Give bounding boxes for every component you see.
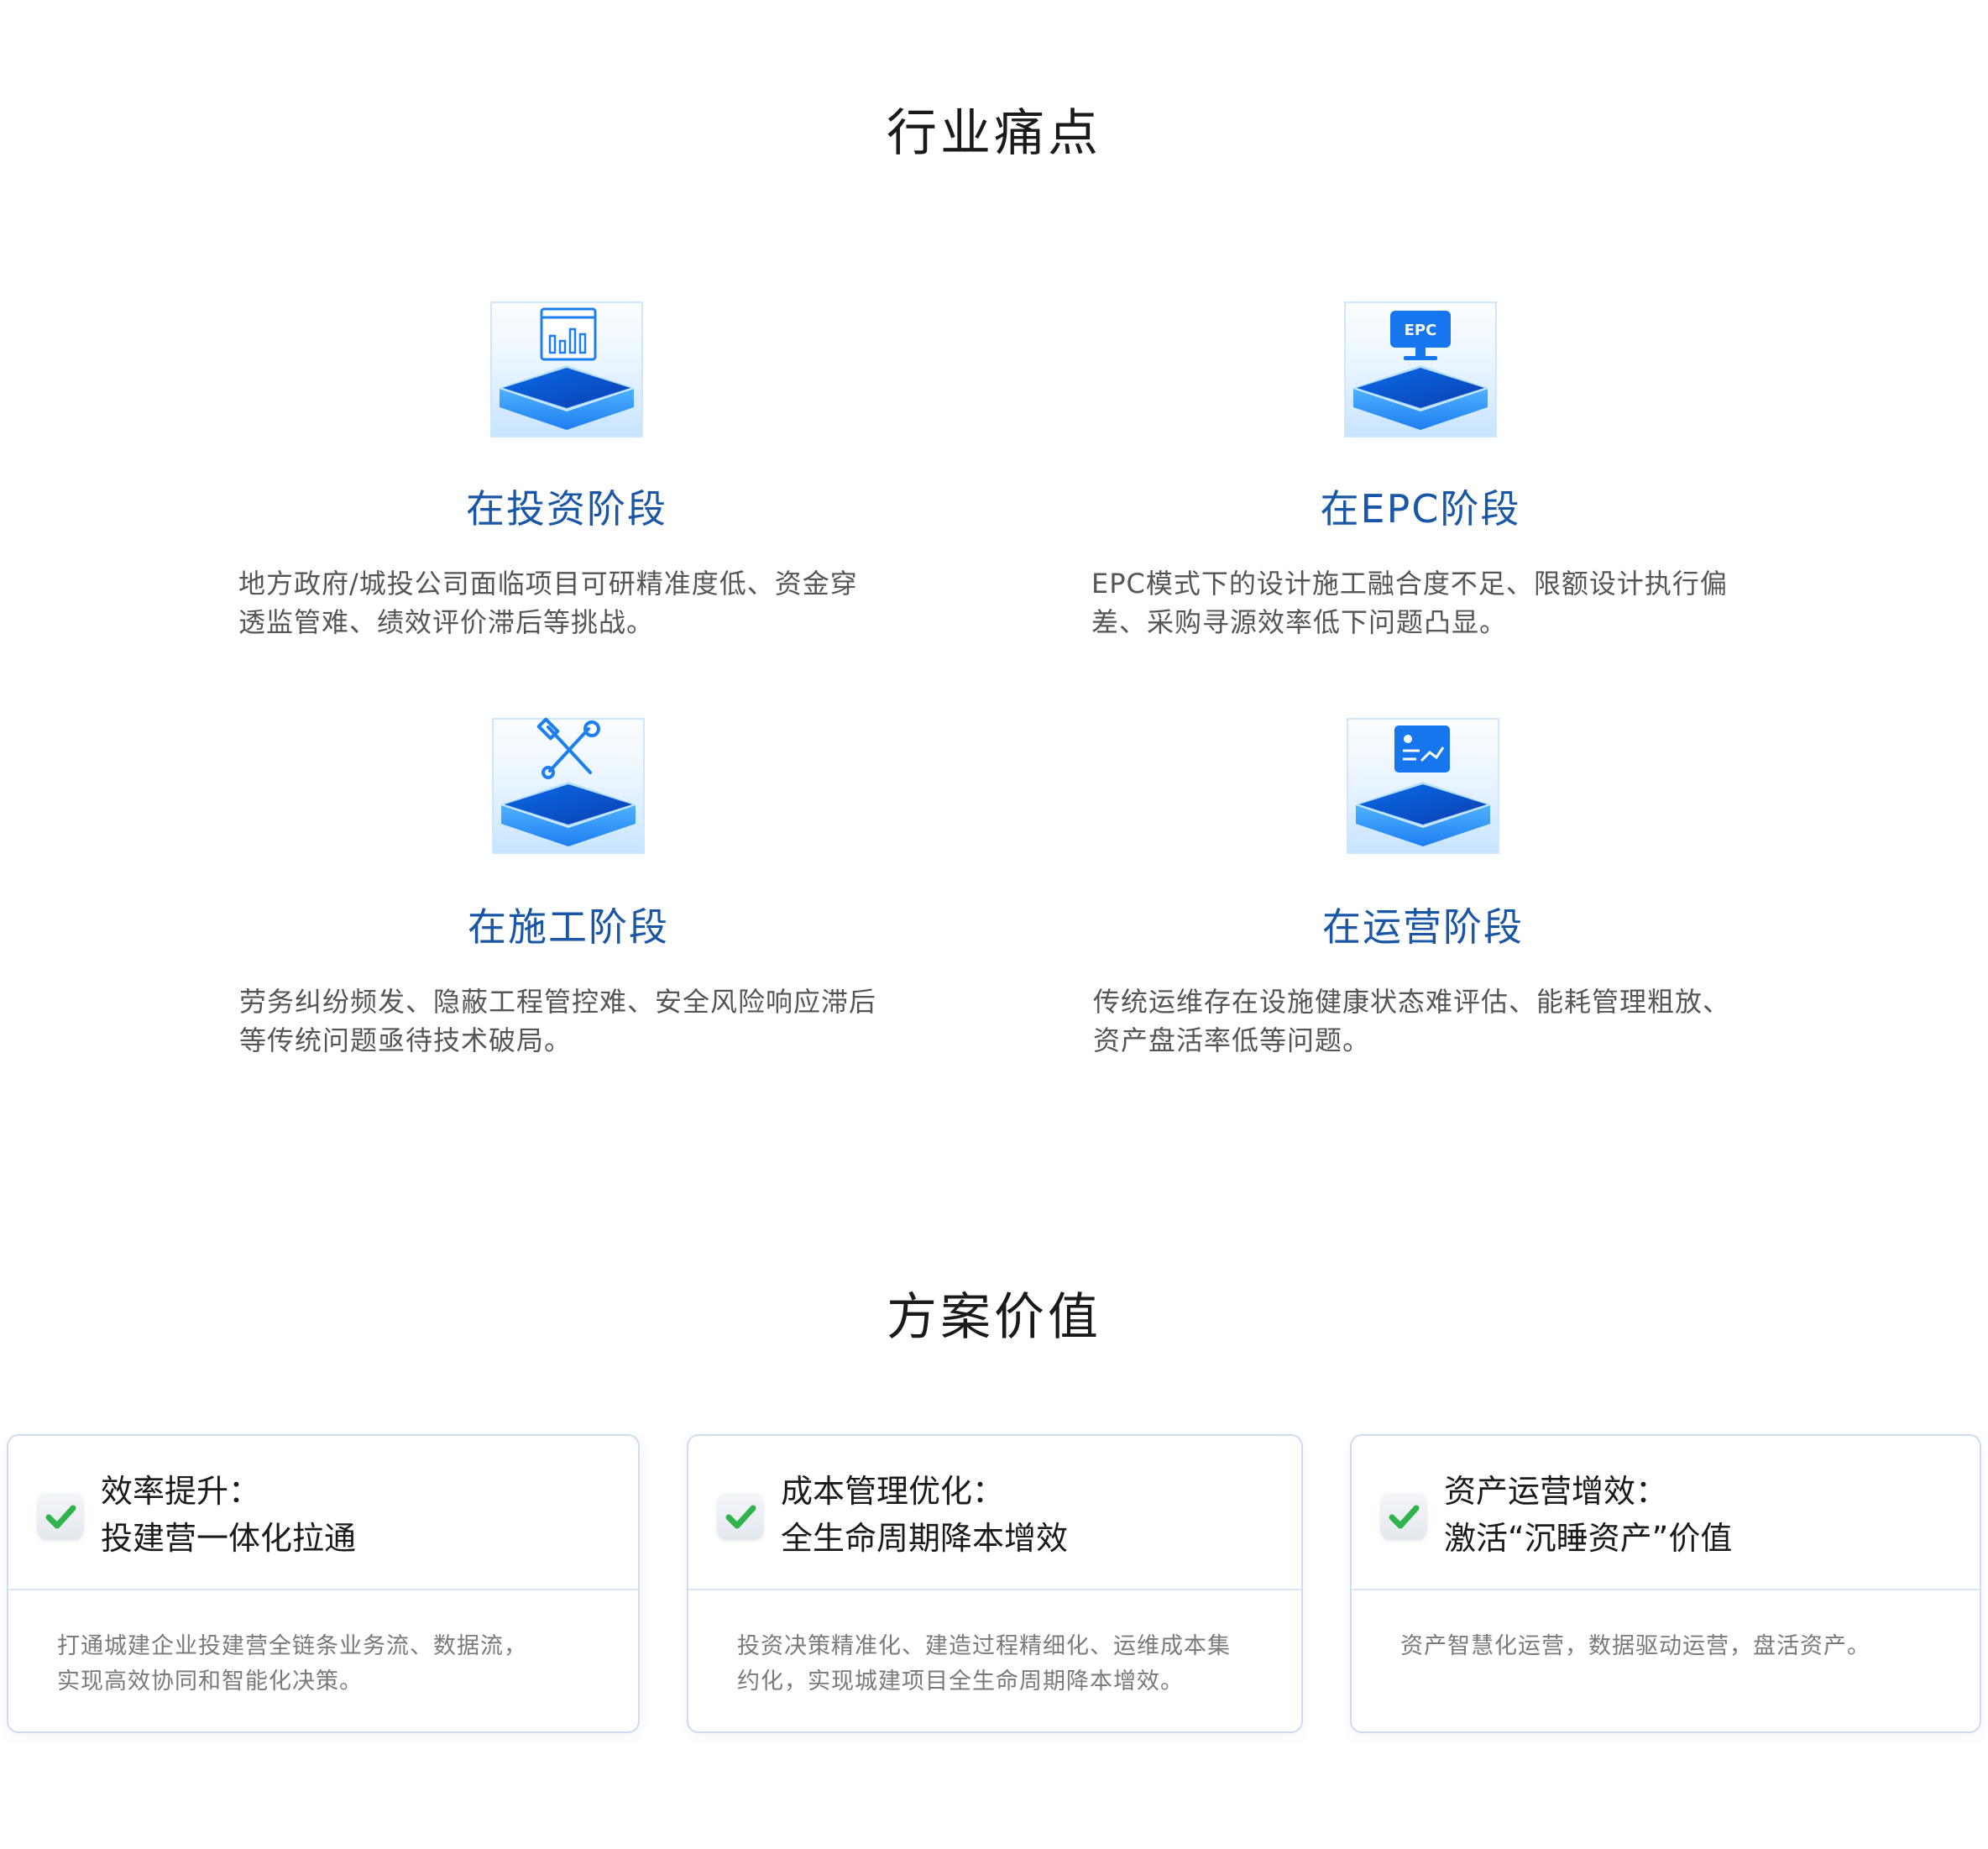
value-card-cost: 成本管理优化： 全生命周期降本增效 投资决策精准化、建造过程精细化、运维成本集 … — [687, 1434, 1303, 1733]
pain-description: 劳务纠纷频发、隐蔽工程管控难、安全风险响应滞后 等传统问题亟待技术破局。 — [239, 982, 911, 1060]
value-card-efficiency: 效率提升： 投建营一体化拉通 打通城建企业投建营全链条业务流、数据流， 实现高效… — [7, 1434, 640, 1733]
card-title-line: 激活“沉睡资产”价值 — [1444, 1520, 1733, 1557]
card-title-line: 效率提升： — [101, 1473, 261, 1510]
desc-line: 传统运维存在设施健康状态难评估、能耗管理粗放、 — [1093, 986, 1731, 1018]
desc-line: 打通城建企业投建营全链条业务流、数据流， — [57, 1633, 527, 1659]
desc-line: 差、采购寻源效率低下问题凸显。 — [1091, 606, 1508, 638]
pain-heading: 在施工阶段 — [468, 904, 669, 950]
card-description: 打通城建企业投建营全链条业务流、数据流， 实现高效协同和智能化决策。 — [57, 1629, 604, 1700]
check-icon — [37, 1493, 84, 1540]
card-header: 资产运营增效： 激活“沉睡资产”价值 — [1352, 1436, 1980, 1590]
card-title-line: 投建营一体化拉通 — [101, 1520, 357, 1557]
card-title-line: 成本管理优化： — [781, 1473, 1005, 1510]
pain-heading: 在投资阶段 — [466, 486, 667, 532]
card-header: 成本管理优化： 全生命周期降本增效 — [688, 1436, 1301, 1590]
card-title: 成本管理优化： 全生命周期降本增效 — [781, 1468, 1068, 1562]
tools-wrench-hammer-icon — [492, 717, 645, 854]
desc-line: 资产盘活率低等问题。 — [1093, 1024, 1371, 1056]
pain-description: 地方政府/城投公司面临项目可研精准度低、资金穿 透监管难、绩效评价滞后等挑战。 — [238, 564, 910, 642]
pain-heading: 在EPC阶段 — [1320, 486, 1521, 532]
pain-description: EPC模式下的设计施工融合度不足、限额设计执行偏 差、采购寻源效率低下问题凸显。 — [1091, 564, 1763, 642]
desc-line: 地方政府/城投公司面临项目可研精准度低、资金穿 — [238, 568, 858, 600]
epc-monitor-icon: EPC — [1344, 301, 1497, 437]
card-description: 资产智慧化运营，数据驱动运营，盘活资产。 — [1400, 1629, 1946, 1664]
desc-line: 约化，实现城建项目全生命周期降本增效。 — [737, 1668, 1184, 1694]
desc-line: EPC模式下的设计施工融合度不足、限额设计执行偏 — [1091, 568, 1728, 600]
card-header: 效率提升： 投建营一体化拉通 — [8, 1436, 638, 1590]
desc-line: 实现高效协同和智能化决策。 — [57, 1668, 363, 1694]
card-title-line: 全生命周期降本增效 — [781, 1520, 1069, 1557]
bar-chart-window-icon — [490, 301, 643, 437]
solution-value-title: 方案价值 — [887, 1288, 1101, 1347]
desc-line: 资产智慧化运营，数据驱动运营，盘活资产。 — [1400, 1633, 1870, 1659]
check-icon — [1380, 1493, 1427, 1540]
card-title: 资产运营增效： 激活“沉睡资产”价值 — [1444, 1468, 1732, 1562]
desc-line: 透监管难、绩效评价滞后等挑战。 — [238, 606, 655, 638]
pain-description: 传统运维存在设施健康状态难评估、能耗管理粗放、 资产盘活率低等问题。 — [1093, 982, 1765, 1060]
check-icon — [717, 1493, 764, 1540]
value-card-assets: 资产运营增效： 激活“沉睡资产”价值 资产智慧化运营，数据驱动运营，盘活资产。 — [1350, 1434, 1981, 1733]
desc-line: 投资决策精准化、建造过程精细化、运维成本集 — [737, 1633, 1231, 1659]
card-description: 投资决策精准化、建造过程精细化、运维成本集 约化，实现城建项目全生命周期降本增效… — [737, 1629, 1268, 1700]
pain-heading: 在运营阶段 — [1322, 904, 1524, 950]
epc-icon-text: EPC — [1405, 322, 1437, 339]
card-title: 效率提升： 投建营一体化拉通 — [101, 1468, 356, 1562]
pain-points-title: 行业痛点 — [887, 104, 1101, 163]
operations-board-icon — [1347, 718, 1499, 854]
desc-line: 劳务纠纷频发、隐蔽工程管控难、安全风险响应滞后 — [239, 986, 877, 1018]
card-title-line: 资产运营增效： — [1444, 1473, 1668, 1510]
desc-line: 等传统问题亟待技术破局。 — [239, 1024, 573, 1056]
